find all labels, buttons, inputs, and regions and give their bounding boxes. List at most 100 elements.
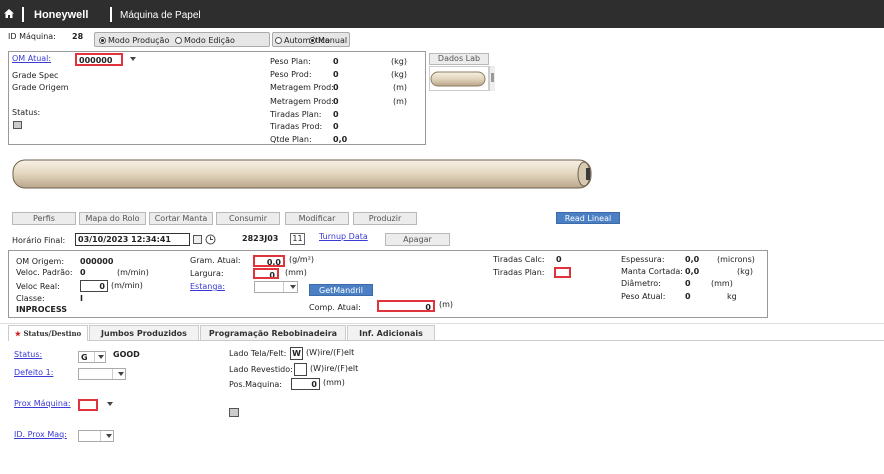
qtde-plan-label: Qtde Plan: (270, 135, 312, 144)
horario-final-input[interactable]: 03/10/2023 12:34:41 (75, 233, 190, 246)
gram-atual-label: Gram. Atual: (190, 256, 241, 265)
mode-production-label: Modo Produção (108, 36, 170, 45)
manual-radio[interactable]: Manual (309, 36, 347, 45)
pos-maquina-unit: (mm) (323, 378, 345, 387)
home-icon[interactable] (4, 9, 14, 18)
save-icon[interactable] (229, 408, 239, 417)
consumir-button[interactable]: Consumir (216, 212, 280, 225)
calendar-icon[interactable] (13, 121, 22, 129)
om-atual-dropdown[interactable] (125, 54, 137, 66)
veloc-real-label: Veloc Real: (16, 282, 60, 291)
largura-input[interactable]: 0 (253, 268, 279, 279)
manta-cortada-label: Manta Cortada: (621, 267, 683, 276)
defeito-link[interactable]: Defeito 1: (14, 368, 53, 377)
metragem-prod-label: Metragem Prod: (270, 97, 334, 106)
tiradas-calc-value: 0 (556, 255, 562, 264)
metragem-plan-value: 0 (333, 83, 339, 92)
lado-revestido-input[interactable] (294, 363, 307, 376)
tab-jumbos-produzidos[interactable]: Jumbos Produzidos (89, 325, 199, 341)
peso-plan-unit: (kg) (391, 57, 407, 66)
page-title: Máquina de Papel (120, 10, 201, 21)
prox-maquina-field[interactable] (78, 399, 98, 411)
id-prox-maq-link[interactable]: ID. Prox Maq: (14, 430, 67, 439)
cortar-manta-button[interactable]: Cortar Manta (149, 212, 213, 225)
veloc-real-input[interactable]: 0 (80, 280, 108, 292)
pos-maquina-input[interactable]: 0 (291, 378, 320, 390)
lado-tela-label: Lado Tela/Felt: (229, 349, 287, 358)
calendar-icon[interactable] (193, 235, 202, 244)
estanga-dropdown[interactable] (254, 281, 298, 293)
status-text: GOOD (113, 350, 140, 359)
comp-atual-input[interactable]: 0 (377, 300, 435, 312)
lado-revestido-label: Lado Revestido: (229, 365, 293, 374)
dados-lab-tab[interactable]: Dados Lab (429, 53, 489, 65)
tiradas-plan-input[interactable] (554, 267, 571, 278)
grade-spec-label: Grade Spec (12, 71, 59, 80)
tab-programacao-rebobinadeira[interactable]: Programação Rebobinadeira (200, 325, 346, 341)
brand-logo: Honeywell (34, 9, 89, 21)
radio-selected-icon (99, 37, 106, 44)
app-header: Honeywell Máquina de Papel (0, 0, 884, 28)
manta-cortada-value: 0,0 (685, 267, 700, 276)
om-origem-label: OM Origem: (16, 257, 65, 266)
id-prox-maq-dropdown[interactable] (78, 430, 114, 442)
espessura-value: 0,0 (685, 255, 700, 264)
modificar-button[interactable]: Modificar (285, 212, 349, 225)
dados-lab-panel (429, 66, 489, 91)
veloc-padrao-value: 0 (80, 268, 86, 277)
chevron-down-icon (130, 57, 136, 61)
manual-label: Manual (318, 36, 348, 45)
read-lineal-button[interactable]: Read Lineal (556, 212, 620, 224)
getmandril-button[interactable]: GetMandril (309, 284, 373, 296)
om-atual-link[interactable]: OM Atual: (12, 54, 51, 63)
peso-prod-label: Peso Prod: (270, 70, 312, 79)
mini-roll-icon (430, 71, 486, 87)
header-divider (22, 7, 24, 22)
perfis-button[interactable]: Perfis (12, 212, 76, 225)
peso-plan-label: Peso Plan: (270, 57, 311, 66)
prox-maquina-dropdown[interactable] (78, 399, 114, 411)
peso-prod-value: 0 (333, 70, 339, 79)
machine-id-label: ID Máquina: (8, 32, 56, 41)
comp-atual-unit: (m) (439, 300, 454, 309)
largura-unit: (mm) (285, 268, 307, 277)
classe-label: Classe: (16, 294, 45, 303)
grade-origem-label: Grade Origem (12, 83, 69, 92)
day-box[interactable]: 11 (290, 233, 305, 245)
chevron-down-icon (290, 285, 296, 289)
lado-tela-input[interactable]: W (290, 347, 303, 360)
metragem-plan-label: Metragem Prod: (270, 83, 334, 92)
scroll-thumb[interactable] (491, 73, 494, 82)
turnup-data-link[interactable]: Turnup Data (319, 232, 368, 241)
dados-lab-scrollbar[interactable] (489, 66, 495, 91)
produzir-button[interactable]: Produzir (353, 212, 417, 225)
auto-radio-group: Automático Manual (272, 32, 350, 47)
paper-roll-graphic (12, 159, 592, 189)
tab-inf-adicionais[interactable]: Inf. Adicionais (347, 325, 435, 341)
om-atual-input[interactable]: 000000 (75, 53, 123, 66)
mode-production-radio[interactable]: Modo Produção (99, 36, 169, 45)
tab-status-destino[interactable]: ★ Status/Destino (8, 325, 88, 341)
mode-edit-radio[interactable]: Modo Edição (175, 36, 235, 45)
tiradas-calc-label: Tiradas Calc: (493, 255, 545, 264)
mapa-rolo-button[interactable]: Mapa do Rolo (79, 212, 146, 225)
pos-maquina-label: Pos.Maquina: (229, 380, 282, 389)
tiradas-plan-label: Tiradas Plan: (270, 110, 322, 119)
estanga-link[interactable]: Estanga: (190, 282, 225, 291)
prox-maquina-link[interactable]: Prox Máquina: (14, 399, 71, 408)
veloc-real-unit: (m/min) (111, 281, 143, 290)
status-link[interactable]: Status: (14, 350, 42, 359)
mode-edit-label: Modo Edição (184, 36, 235, 45)
clock-icon[interactable] (205, 234, 216, 245)
gram-atual-input[interactable]: 0,0 (253, 255, 285, 267)
status-code: G (81, 353, 88, 362)
status-dropdown[interactable]: G (78, 351, 106, 363)
tabs-bottom-divider (88, 340, 884, 341)
defeito-dropdown[interactable] (78, 368, 126, 380)
diametro-value: 0 (685, 279, 691, 288)
qtde-plan-value: 0,0 (333, 135, 348, 144)
tabs-top-divider (0, 323, 884, 324)
apagar-button[interactable]: Apagar (385, 233, 450, 246)
gram-atual-unit: (g/m²) (289, 255, 315, 264)
mode-radio-group: Modo Produção Modo Edição (94, 32, 270, 47)
